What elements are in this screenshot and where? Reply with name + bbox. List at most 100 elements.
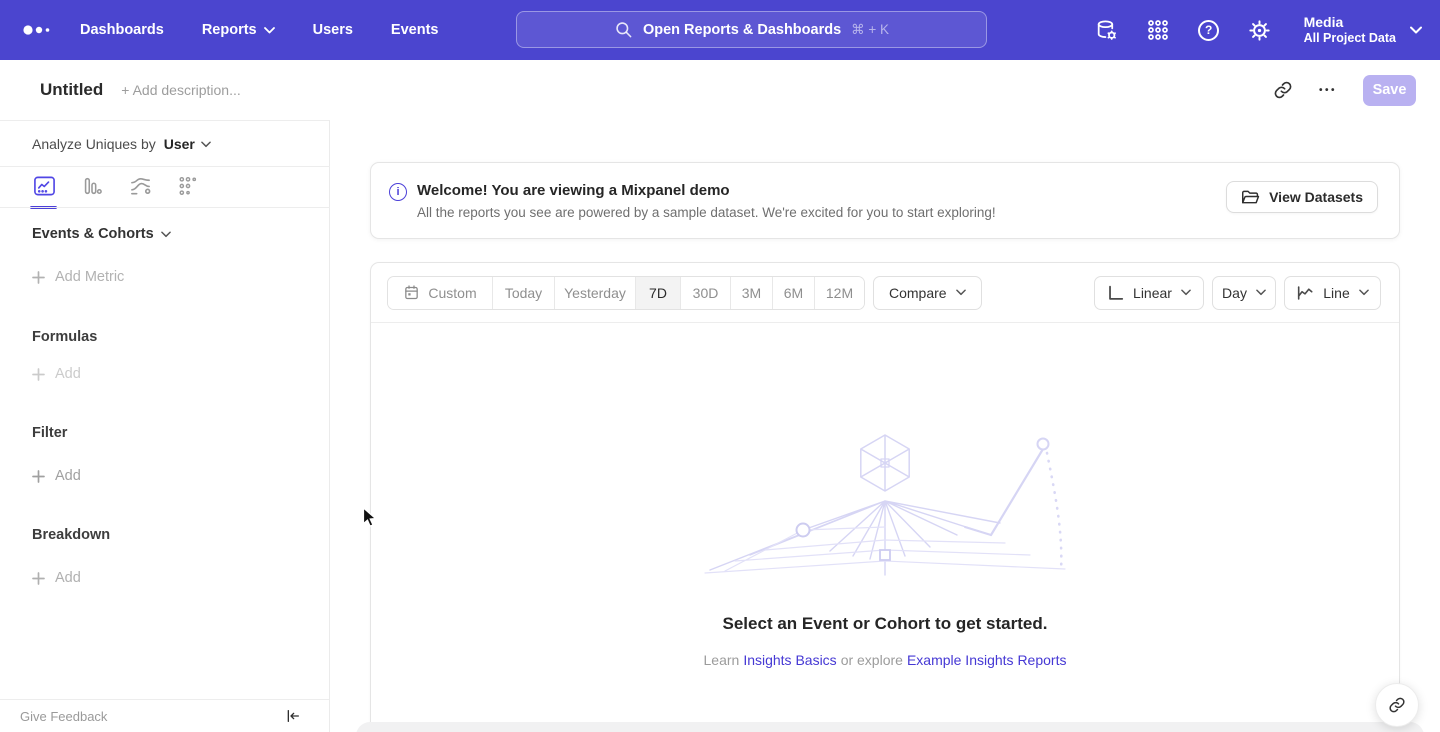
chevron-down-icon [264, 27, 275, 34]
tab-retention[interactable] [176, 173, 200, 199]
interval-selector-button[interactable]: Day [1212, 276, 1276, 310]
top-nav: Dashboards Reports Users Events Open Rep… [0, 0, 1440, 60]
nav-reports-label: Reports [202, 22, 257, 38]
scale-selector-button[interactable]: Linear [1094, 276, 1204, 310]
link-icon [1273, 80, 1293, 100]
example-insights-reports-link[interactable]: Example Insights Reports [907, 652, 1067, 668]
range-today[interactable]: Today [492, 277, 554, 309]
add-formula-label: Add [55, 366, 81, 382]
empty-state-subtext: LearnInsights Basicsor exploreExample In… [371, 652, 1399, 668]
tab-bar-chart[interactable] [80, 173, 104, 199]
project-name: Media [1304, 14, 1396, 31]
add-filter-label: Add [55, 468, 81, 484]
range-30d[interactable]: 30D [680, 277, 730, 309]
mixpanel-app: Dashboards Reports Users Events Open Rep… [0, 0, 1440, 732]
range-7d[interactable]: 7D [635, 277, 680, 309]
next-section-peek [356, 722, 1424, 732]
empty-state-illustration [695, 423, 1075, 578]
add-breakdown-button[interactable]: Add [32, 570, 81, 586]
data-management-icon[interactable] [1094, 17, 1120, 43]
calendar-icon [403, 284, 420, 301]
analyze-value: User [164, 136, 195, 152]
add-description-field[interactable]: + Add description... [121, 82, 240, 98]
main-content: i Welcome! You are viewing a Mixpanel de… [330, 120, 1440, 732]
chevron-down-icon [1256, 289, 1266, 296]
plus-icon [32, 271, 45, 284]
range-yesterday[interactable]: Yesterday [554, 277, 635, 309]
empty-state-title: Select an Event or Cohort to get started… [371, 614, 1399, 634]
info-icon: i [389, 183, 407, 201]
mixpanel-logo-icon[interactable] [22, 18, 56, 42]
report-header: Untitled + Add description... ••• Save [0, 60, 1440, 120]
global-search-input[interactable]: Open Reports & Dashboards ⌘ + K [516, 11, 987, 48]
compare-button[interactable]: Compare [873, 276, 982, 310]
nav-events[interactable]: Events [391, 22, 439, 38]
chevron-down-icon [201, 141, 211, 148]
add-metric-button[interactable]: Add Metric [32, 269, 124, 285]
plus-icon [32, 572, 45, 585]
compare-label: Compare [889, 285, 947, 301]
tab-flow[interactable] [128, 173, 152, 199]
add-filter-button[interactable]: Add [32, 468, 81, 484]
plus-icon [32, 368, 45, 381]
collapse-left-icon [285, 708, 301, 724]
tab-insights-line[interactable] [32, 173, 56, 199]
copy-link-button[interactable] [1273, 80, 1293, 100]
analyze-uniques-selector[interactable]: Analyze Uniques by User [32, 136, 211, 152]
date-range-segmented-control: Custom Today Yesterday 7D 30D 3M 6M 12M [387, 276, 865, 310]
linear-axis-icon [1107, 285, 1124, 301]
add-formula-button[interactable]: Add [32, 366, 81, 382]
give-feedback-link[interactable]: Give Feedback [20, 709, 107, 724]
chart-type-label: Line [1323, 285, 1349, 301]
collapse-sidebar-button[interactable] [285, 708, 301, 724]
nav-right-cluster: ? Media All Project Data [1094, 0, 1422, 60]
chevron-down-icon [956, 289, 966, 296]
nav-dashboards[interactable]: Dashboards [80, 22, 164, 38]
search-shortcut: ⌘ + K [851, 22, 889, 38]
more-options-button[interactable]: ••• [1319, 85, 1337, 96]
range-6m[interactable]: 6M [772, 277, 814, 309]
line-chart-icon [1296, 285, 1314, 301]
chart-controls: Custom Today Yesterday 7D 30D 3M 6M 12M … [371, 263, 1399, 323]
chart-type-selector-button[interactable]: Line [1284, 276, 1381, 310]
save-button[interactable]: Save [1363, 75, 1416, 106]
chevron-down-icon [161, 231, 171, 238]
link-icon [1388, 696, 1406, 714]
nav-reports[interactable]: Reports [202, 22, 275, 38]
settings-gear-icon[interactable] [1247, 17, 1273, 43]
project-selector[interactable]: Media All Project Data [1304, 14, 1422, 46]
breakdown-heading: Breakdown [32, 527, 110, 543]
interval-label: Day [1222, 285, 1247, 301]
visualization-tabs [32, 173, 200, 199]
query-builder-sidebar: Analyze Uniques by User [0, 120, 330, 732]
primary-nav: Dashboards Reports Users Events [80, 22, 438, 38]
report-toolbar: ••• Save [1273, 60, 1416, 120]
plus-icon [32, 470, 45, 483]
empty-state: Select an Event or Cohort to get started… [371, 323, 1399, 668]
formulas-heading: Formulas [32, 329, 97, 345]
share-link-fab[interactable] [1375, 683, 1419, 727]
banner-title: Welcome! You are viewing a Mixpanel demo [417, 182, 730, 199]
nav-users[interactable]: Users [313, 22, 353, 38]
line-chart-tab-icon [33, 175, 56, 197]
explore-middle: or explore [841, 652, 903, 668]
folder-open-icon [1241, 189, 1260, 206]
help-icon[interactable]: ? [1196, 17, 1222, 43]
search-icon [614, 20, 633, 39]
range-custom[interactable]: Custom [388, 277, 492, 309]
range-3m[interactable]: 3M [730, 277, 772, 309]
report-title[interactable]: Untitled [40, 80, 103, 100]
events-cohorts-section[interactable]: Events & Cohorts [32, 226, 171, 242]
search-placeholder: Open Reports & Dashboards [643, 22, 841, 38]
view-datasets-button[interactable]: View Datasets [1226, 181, 1378, 213]
banner-body: All the reports you see are powered by a… [417, 205, 996, 220]
add-metric-label: Add Metric [55, 269, 124, 285]
project-scope: All Project Data [1304, 31, 1396, 46]
insights-chart-card: Custom Today Yesterday 7D 30D 3M 6M 12M … [370, 262, 1400, 732]
bar-chart-tab-icon [81, 175, 103, 197]
chevron-down-icon [1181, 289, 1191, 296]
chart-display-controls: Linear Day [1094, 276, 1381, 310]
apps-grid-icon[interactable] [1145, 17, 1171, 43]
insights-basics-link[interactable]: Insights Basics [743, 652, 836, 668]
range-12m[interactable]: 12M [814, 277, 864, 309]
